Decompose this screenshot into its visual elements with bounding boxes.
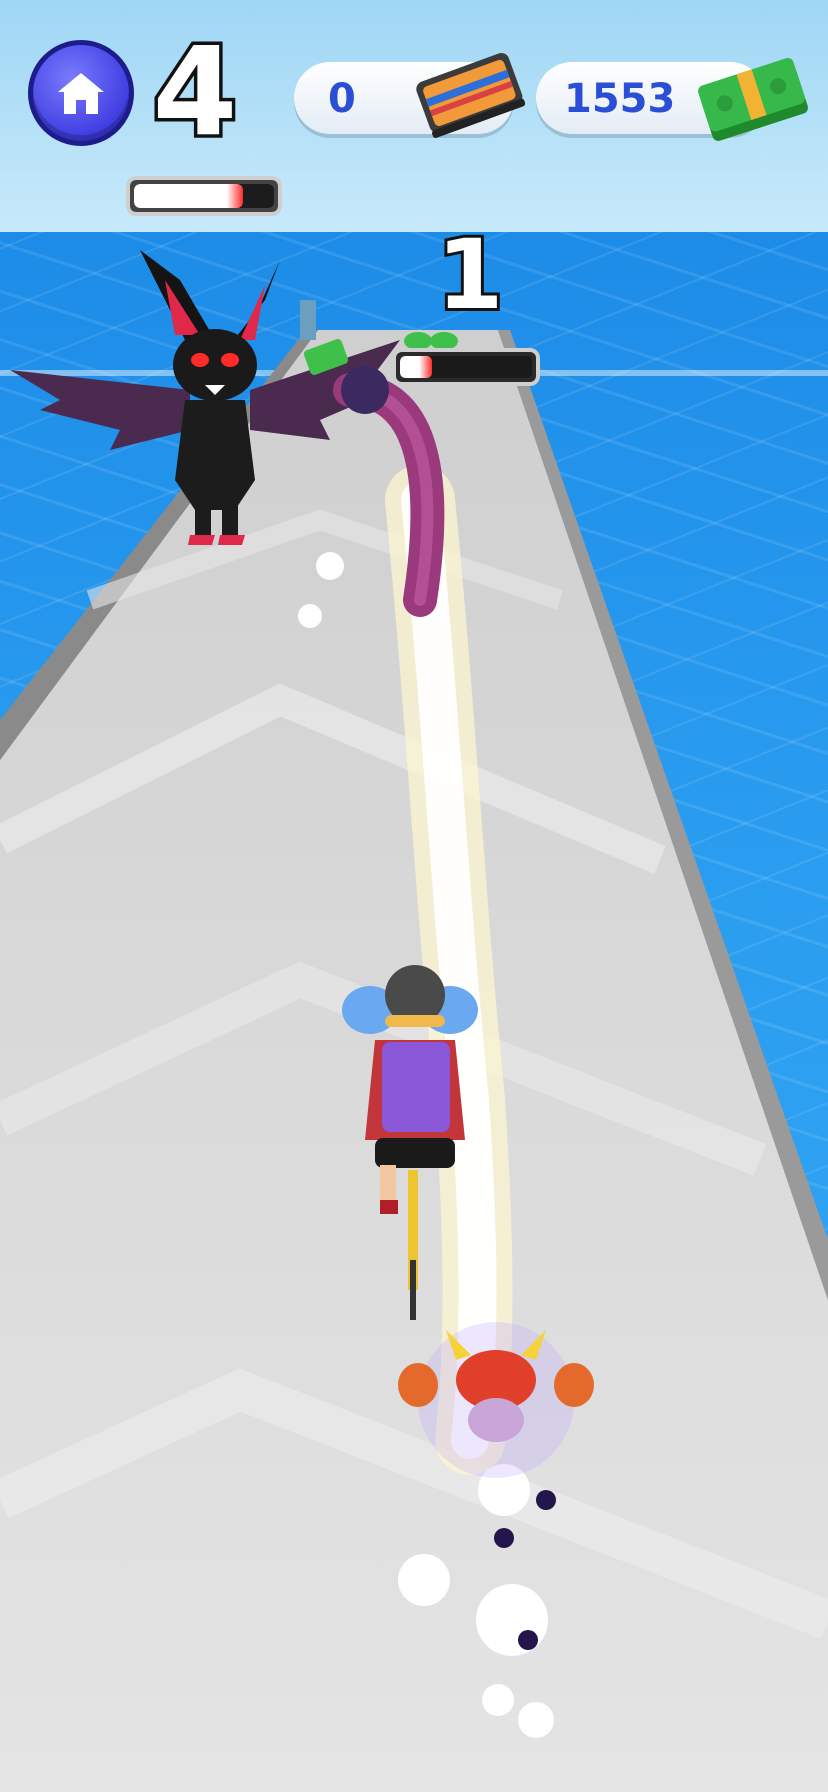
- home-icon: [58, 73, 104, 114]
- tickets-value: 0: [328, 76, 356, 122]
- player-character: [342, 965, 478, 1320]
- enemy-count: 1: [434, 217, 507, 333]
- enemy-health-fill: [400, 356, 432, 378]
- money-stack-icon: [698, 58, 808, 141]
- cash-value: 1553: [564, 76, 676, 122]
- home-button[interactable]: [28, 40, 134, 146]
- pet-creature: [398, 1322, 594, 1478]
- level-number: 4: [149, 19, 241, 166]
- game-scene[interactable]: 4 0 1553 1: [0, 0, 828, 1792]
- cash-pickup: [303, 339, 349, 375]
- enemy-health-bar: [392, 348, 540, 386]
- cassette-ticket-icon: [416, 53, 526, 138]
- level-progress-bar: [126, 176, 282, 216]
- tentacle-enemy: [333, 366, 445, 617]
- level-progress-fill: [134, 184, 244, 208]
